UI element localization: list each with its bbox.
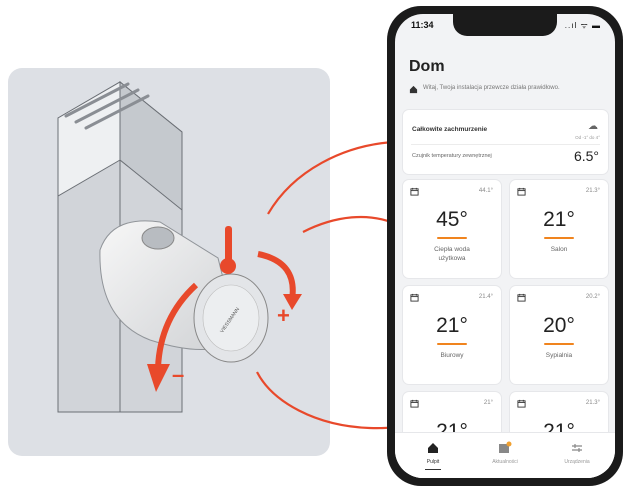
target-temp: 21° <box>543 208 575 231</box>
cloud-icon: ☁ <box>588 121 598 132</box>
active-indicator <box>425 469 441 470</box>
current-temp: 21.3° <box>585 188 600 194</box>
calendar-icon <box>410 293 419 302</box>
bottom-nav: Pulpit Aktualności Urządzenia <box>395 432 615 478</box>
nav-label: Pulpit <box>426 459 440 465</box>
smartphone: 11:34 ..ıl ᯤ ▬ Dom Witaj, Twoja instalac… <box>387 6 623 486</box>
room-card-biurowy[interactable]: 21.4° 21° Biurowy <box>403 286 501 384</box>
room-card-sypialnia[interactable]: 20.2° 20° Sypialnia <box>510 286 608 384</box>
room-name: Sypialnia <box>545 352 573 359</box>
room-name: Salon <box>550 246 568 253</box>
plus-sign: + <box>277 303 290 328</box>
current-temp: 44.1° <box>478 188 493 194</box>
status-text: Witaj, Twoja instalacja przewcze działa … <box>423 85 560 91</box>
app-screen: 11:34 ..ıl ᯤ ▬ Dom Witaj, Twoja instalac… <box>395 14 615 478</box>
nav-label: Aktualności <box>492 459 518 465</box>
current-temp: 21.3° <box>585 400 600 406</box>
room-name: Ciepła woda użytkowa <box>434 246 470 262</box>
nav-news[interactable]: Aktualności <box>475 439 535 473</box>
current-temp: 21° <box>483 400 493 406</box>
divider <box>411 144 600 145</box>
calendar-icon <box>517 293 526 302</box>
target-temp: 20° <box>543 314 575 337</box>
devices-icon <box>572 444 582 452</box>
room-name: Biurowy <box>440 352 464 359</box>
page-title: Dom <box>409 58 445 75</box>
calendar-icon <box>517 187 526 196</box>
target-temp: 45° <box>436 208 468 231</box>
room-card-salon[interactable]: 21.3° 21° Salon <box>510 180 608 278</box>
status-time: 11:34 <box>411 20 434 30</box>
calendar-icon <box>517 399 526 408</box>
house-icon <box>409 85 418 94</box>
nav-label: Urządzenia <box>564 459 590 465</box>
status-message: Witaj, Twoja instalacja przewcze działa … <box>409 84 609 96</box>
weather-card[interactable]: Całkowite zachmurzenie ☁ Od -1° do 4° Cz… <box>403 110 608 174</box>
nav-devices[interactable]: Urządzenia <box>547 439 607 473</box>
calendar-icon <box>410 399 419 408</box>
temp-indicator <box>437 237 467 239</box>
home-icon <box>428 443 438 453</box>
nav-dashboard[interactable]: Pulpit <box>403 439 463 473</box>
temp-indicator <box>544 237 574 239</box>
room-card-hot-water[interactable]: 44.1° 45° Ciepła woda użytkowa <box>403 180 501 278</box>
current-temp: 21.4° <box>478 294 493 300</box>
status-icons: ..ıl ᯤ ▬ <box>564 21 601 30</box>
calendar-icon <box>410 187 419 196</box>
sensor-label: Czujnik temperatury zewnętrznej <box>412 153 492 159</box>
temp-indicator <box>437 343 467 345</box>
phone-notch <box>453 14 557 36</box>
weather-range: Od -1° do 4° <box>575 135 600 140</box>
minus-sign: – <box>172 362 184 387</box>
weather-title: Całkowite zachmurzenie <box>412 126 488 133</box>
current-temp: 20.2° <box>585 294 600 300</box>
temp-indicator <box>544 343 574 345</box>
target-temp: 21° <box>436 314 468 337</box>
news-icon <box>499 441 512 453</box>
sensor-value: 6.5° <box>573 148 599 164</box>
